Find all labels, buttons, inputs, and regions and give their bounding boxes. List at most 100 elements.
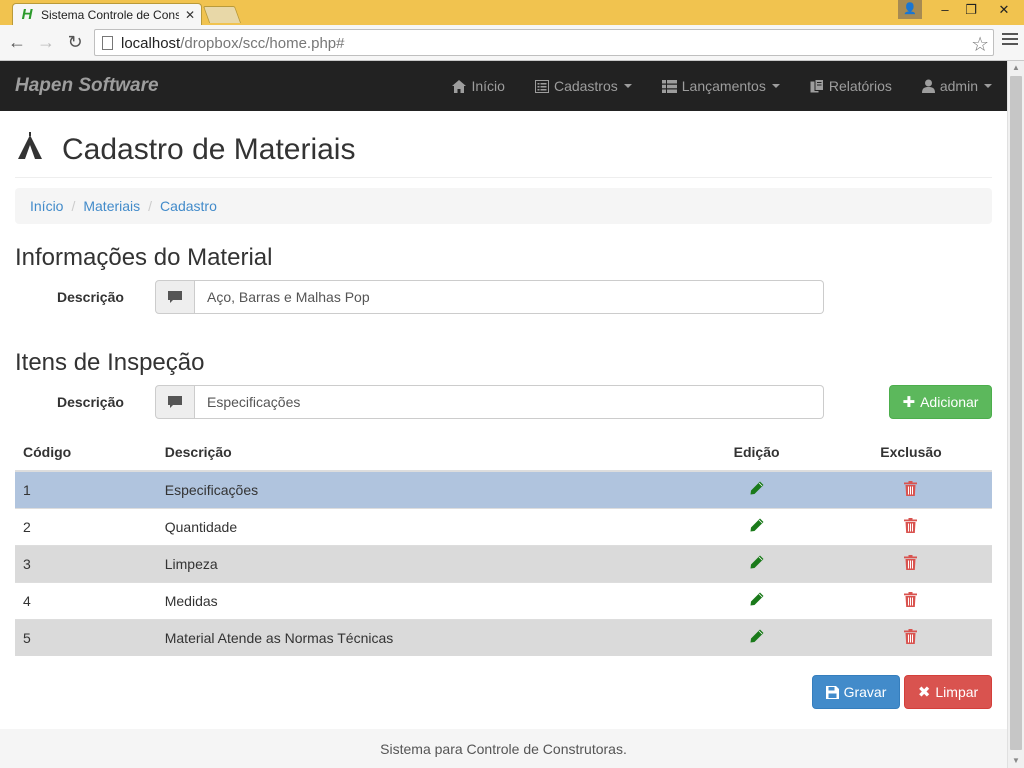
nav-item-inicio[interactable]: Início — [437, 61, 519, 111]
header-descricao: Descrição — [156, 434, 684, 472]
table-row[interactable]: 1 Especificações — [15, 470, 992, 508]
brand-logo[interactable]: Hapen Software — [15, 75, 159, 97]
cell-codigo: 4 — [15, 581, 157, 619]
page-header: Cadastro de Materiais — [15, 127, 992, 178]
inspection-section-title: Itens de Inspeção — [15, 349, 205, 376]
trash-icon[interactable] — [904, 554, 918, 570]
plus-icon: ✚ — [902, 394, 916, 411]
cell-descricao: Especificações — [156, 470, 684, 508]
table-header-row: Código Descrição Edição Exclusão — [15, 434, 992, 472]
breadcrumb-cadastro[interactable]: Cadastro — [160, 198, 217, 214]
pencil-icon[interactable] — [750, 555, 764, 569]
tab-title: Sistema Controle de Cons — [41, 8, 179, 22]
inspection-description-input[interactable] — [195, 385, 824, 419]
cell-edit — [683, 618, 830, 656]
reload-icon[interactable]: ↻ — [64, 31, 86, 53]
scroll-up-icon[interactable]: ▲ — [1008, 61, 1024, 75]
nav-item-admin[interactable]: admin — [907, 61, 1007, 111]
caret-down-icon — [984, 84, 992, 88]
floppy-disk-icon — [825, 685, 839, 699]
cell-codigo: 3 — [15, 544, 157, 582]
browser-tab[interactable]: H Sistema Controle de Cons ✕ — [12, 3, 202, 26]
nav-item-relatorios[interactable]: Relatórios — [795, 61, 907, 111]
tab-favicon-icon: H — [21, 6, 33, 23]
browser-menu-icon[interactable] — [1002, 33, 1018, 47]
home-icon — [452, 79, 467, 93]
table-row[interactable]: 5 Material Atende as Normas Técnicas — [15, 618, 992, 656]
trash-icon[interactable] — [904, 628, 918, 644]
th-list-icon — [661, 79, 677, 93]
save-label: Gravar — [843, 684, 887, 700]
pencil-icon[interactable] — [750, 518, 764, 532]
scroll-down-icon[interactable]: ▼ — [1008, 754, 1024, 768]
tab-close-icon[interactable]: ✕ — [185, 8, 195, 22]
inspection-description-group — [155, 385, 824, 419]
forward-icon[interactable]: → — [35, 31, 57, 53]
pencil-icon[interactable] — [750, 629, 764, 643]
cell-descricao: Limpeza — [156, 544, 684, 582]
new-tab-button[interactable] — [202, 6, 242, 23]
breadcrumb-inicio[interactable]: Início — [30, 198, 63, 214]
header-codigo: Código — [15, 434, 157, 472]
page-title: Cadastro de Materiais — [62, 133, 356, 166]
caret-down-icon — [623, 84, 632, 88]
page-scrollbar[interactable]: ▲ ▼ — [1007, 61, 1024, 768]
add-item-button[interactable]: ✚ Adicionar — [889, 385, 992, 419]
cell-delete — [829, 618, 992, 656]
table-row[interactable]: 2 Quantidade — [15, 507, 992, 545]
breadcrumb-materiais[interactable]: Materiais — [83, 198, 140, 214]
comment-icon — [155, 385, 195, 419]
nav-item-label: Lançamentos — [681, 78, 766, 94]
remove-icon: ✖ — [917, 684, 931, 701]
nav-item-label: Início — [471, 78, 505, 94]
user-icon — [921, 79, 935, 93]
user-profile-icon[interactable]: 👤 — [898, 0, 922, 19]
header-edicao: Edição — [683, 434, 830, 472]
material-description-label: Descrição — [57, 289, 124, 305]
back-icon[interactable]: ← — [6, 31, 28, 53]
inspection-description-label: Descrição — [57, 394, 124, 410]
table-row[interactable]: 4 Medidas — [15, 581, 992, 619]
clear-label: Limpar — [935, 684, 979, 700]
cell-delete — [829, 507, 992, 545]
scroll-thumb[interactable] — [1010, 76, 1022, 750]
trash-icon[interactable] — [904, 591, 918, 607]
duplicate-icon — [810, 79, 824, 93]
minimize-icon[interactable]: – — [932, 0, 958, 20]
breadcrumb-separator: / — [148, 198, 153, 214]
trash-icon[interactable] — [904, 480, 918, 496]
material-section-title: Informações do Material — [15, 244, 273, 271]
inspection-items-table: Código Descrição Edição Exclusão 1 Especi… — [15, 434, 992, 656]
cell-codigo: 5 — [15, 618, 157, 656]
breadcrumb: Início / Materiais / Cadastro — [15, 188, 992, 224]
browser-titlebar: H Sistema Controle de Cons ✕ 👤 – ❐ ✕ — [0, 0, 1024, 26]
material-description-group — [155, 280, 824, 314]
cell-codigo: 2 — [15, 507, 157, 545]
trash-icon[interactable] — [904, 517, 918, 533]
pencil-icon[interactable] — [750, 592, 764, 606]
cell-delete — [829, 470, 992, 508]
footer: Sistema para Controle de Construtoras. — [0, 729, 1007, 768]
url-path: /dropbox/scc/home.php# — [180, 35, 345, 52]
cell-edit — [683, 581, 830, 619]
window-controls: 👤 – ❐ ✕ — [898, 0, 1024, 20]
material-description-input[interactable] — [195, 280, 824, 314]
nav-item-label: admin — [939, 78, 978, 94]
tent-icon — [18, 132, 42, 159]
address-bar[interactable]: localhost/dropbox/scc/home.php# ☆ — [94, 29, 994, 56]
table-row[interactable]: 3 Limpeza — [15, 544, 992, 582]
browser-toolbar: ← → ↻ localhost/dropbox/scc/home.php# ☆ — [0, 25, 1024, 61]
nav-item-lancamentos[interactable]: Lançamentos — [647, 61, 795, 111]
close-window-icon[interactable]: ✕ — [984, 0, 1024, 20]
list-alt-icon — [534, 79, 549, 93]
page-icon — [102, 36, 113, 50]
maximize-icon[interactable]: ❐ — [958, 0, 984, 20]
breadcrumb-separator: / — [71, 198, 76, 214]
pencil-icon[interactable] — [750, 481, 764, 495]
nav-item-cadastros[interactable]: Cadastros — [520, 61, 647, 111]
save-button[interactable]: Gravar — [812, 675, 900, 709]
bookmark-star-icon[interactable]: ☆ — [971, 32, 989, 57]
nav-item-label: Relatórios — [828, 78, 892, 94]
clear-button[interactable]: ✖ Limpar — [904, 675, 992, 709]
cell-descricao: Quantidade — [156, 507, 684, 545]
